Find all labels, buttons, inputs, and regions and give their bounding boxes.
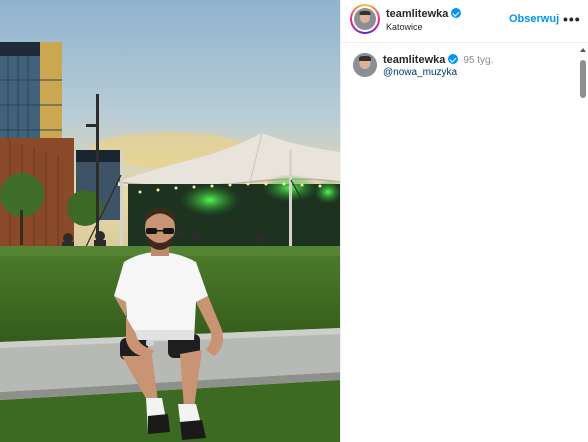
caption-username-text[interactable]: teamlitewka bbox=[383, 54, 445, 66]
caption-username: teamlitewka 95 tyg. bbox=[383, 54, 493, 66]
scroll-up-arrow-icon[interactable] bbox=[580, 48, 586, 52]
post-username[interactable]: teamlitewka bbox=[386, 8, 462, 20]
caption-time[interactable]: 95 tyg. bbox=[463, 55, 493, 66]
verified-badge-icon bbox=[451, 8, 462, 18]
post-photo[interactable] bbox=[0, 0, 340, 442]
username-text[interactable]: teamlitewka bbox=[386, 8, 448, 20]
caption-verified-icon bbox=[448, 54, 459, 64]
avatar-image bbox=[354, 8, 376, 30]
caption-mention-link[interactable]: @nowa_muzyka bbox=[383, 67, 457, 78]
post-sidebar: teamlitewka Katowice Obserwuj ••• teamli… bbox=[340, 0, 588, 442]
scrollbar[interactable] bbox=[579, 44, 587, 442]
photo-scene bbox=[0, 0, 340, 442]
caption-avatar-image bbox=[353, 53, 377, 77]
post-header: teamlitewka Katowice Obserwuj ••• bbox=[341, 0, 588, 43]
story-avatar[interactable] bbox=[350, 4, 380, 34]
scrollbar-thumb[interactable] bbox=[580, 60, 586, 98]
caption-avatar[interactable] bbox=[353, 53, 377, 77]
more-options-icon[interactable]: ••• bbox=[563, 11, 581, 27]
follow-button[interactable]: Obserwuj bbox=[509, 13, 559, 25]
post-location[interactable]: Katowice bbox=[386, 22, 423, 32]
